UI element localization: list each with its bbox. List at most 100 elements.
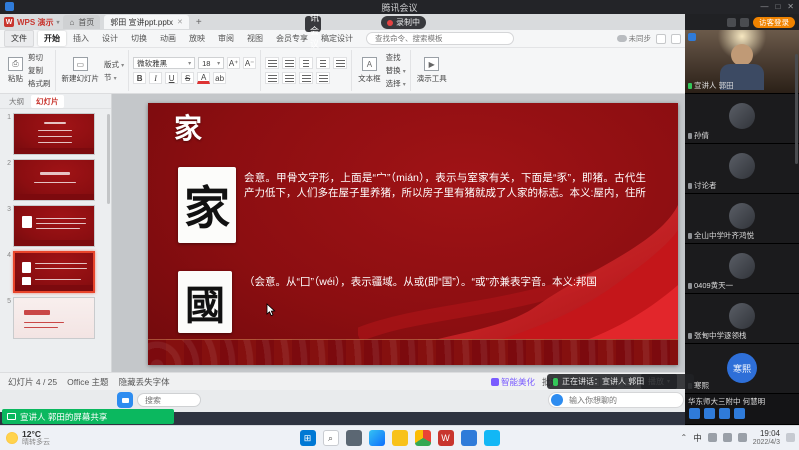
- seal-script-box-jia[interactable]: 家: [178, 167, 236, 243]
- settings-icon[interactable]: [740, 18, 749, 27]
- increase-font-button[interactable]: A⁺: [227, 57, 240, 69]
- participant-tile[interactable]: 讨论者: [685, 144, 799, 194]
- underline-button[interactable]: U: [165, 72, 178, 84]
- panel-scrollbar[interactable]: [795, 54, 798, 164]
- font-size-select[interactable]: 18▾: [198, 57, 224, 69]
- meeting-chat-input[interactable]: [548, 392, 684, 408]
- seal-script-box-guo[interactable]: 國: [178, 271, 232, 333]
- edge-icon[interactable]: [369, 430, 385, 446]
- new-tab-button[interactable]: +: [193, 17, 205, 28]
- participant-tile[interactable]: 孙倩: [685, 94, 799, 144]
- indent-increase-button[interactable]: [316, 57, 330, 69]
- line-spacing-button[interactable]: [333, 57, 347, 69]
- tab-home[interactable]: ⌂ 首页: [63, 15, 100, 29]
- chat-app-icon[interactable]: [117, 392, 133, 408]
- participant-tile[interactable]: 华东师大三附中 何慧明: [685, 394, 799, 425]
- meeting-float-pill[interactable]: 腾讯会议: [305, 16, 321, 32]
- layout-button[interactable]: 版式 ▾: [104, 59, 124, 70]
- strikethrough-button[interactable]: S: [181, 72, 194, 84]
- maximize-button[interactable]: □: [775, 0, 780, 14]
- task-view-icon[interactable]: [346, 430, 362, 446]
- tab-outline[interactable]: 大纲: [4, 95, 29, 108]
- slide-thumbnail-4-current[interactable]: [13, 251, 95, 293]
- menu-slideshow[interactable]: 放映: [183, 31, 211, 46]
- align-left-button[interactable]: [265, 72, 279, 84]
- copy-button[interactable]: 复制: [28, 65, 51, 76]
- participant-tile[interactable]: 全山中学叶齐鸿悦: [685, 194, 799, 244]
- meeting-taskbar-icon[interactable]: [461, 430, 477, 446]
- wps-logo[interactable]: W WPS 演示 ▾: [4, 17, 59, 28]
- participant-tile[interactable]: 0409黄天一: [685, 244, 799, 294]
- bold-button[interactable]: B: [133, 72, 146, 84]
- slide-thumbnail-1[interactable]: [13, 113, 95, 155]
- recording-indicator[interactable]: 录制中: [381, 16, 426, 29]
- guest-login-button[interactable]: 访客登录: [753, 17, 795, 28]
- indent-decrease-button[interactable]: [299, 57, 313, 69]
- section-button[interactable]: 节 ▾: [104, 72, 124, 83]
- menu-view[interactable]: 视图: [241, 31, 269, 46]
- meeting-info-icon[interactable]: [727, 18, 736, 27]
- cut-button[interactable]: 剪切: [28, 52, 51, 63]
- format-painter-button[interactable]: 格式刷: [28, 78, 51, 89]
- decrease-font-button[interactable]: A⁻: [243, 57, 256, 69]
- paste-button[interactable]: ⎙ 粘贴: [6, 56, 25, 85]
- search-input[interactable]: [137, 393, 201, 407]
- presentation-tools-button[interactable]: ▶ 演示工具: [415, 56, 449, 85]
- thumbnail-scrollbar[interactable]: [107, 114, 110, 204]
- italic-button[interactable]: I: [149, 72, 162, 84]
- close-button[interactable]: ✕: [787, 0, 794, 14]
- reaction-icon[interactable]: [704, 408, 715, 419]
- command-search-input[interactable]: [366, 32, 514, 45]
- menu-file[interactable]: 文件: [4, 30, 34, 47]
- find-button[interactable]: 查找: [386, 52, 406, 63]
- bullets-button[interactable]: [265, 57, 279, 69]
- current-slide[interactable]: 家 家 國 会意。甲骨文字形，上面是“宀”（mián），表示与室家有关，下面是“…: [148, 103, 678, 365]
- menu-member[interactable]: 会员专享: [270, 31, 314, 46]
- screen-share-banner[interactable]: 宣讲人 郭田的屏幕共享: [2, 409, 174, 424]
- network-icon[interactable]: [723, 433, 732, 442]
- highlight-button[interactable]: ab: [213, 72, 226, 84]
- tab-slides[interactable]: 幻灯片: [31, 95, 64, 108]
- theme-indicator[interactable]: Office 主题: [67, 376, 108, 388]
- align-right-button[interactable]: [299, 72, 313, 84]
- share-icon[interactable]: [671, 34, 681, 44]
- menu-review[interactable]: 审阅: [212, 31, 240, 46]
- font-name-select[interactable]: 微软雅黑▾: [133, 57, 195, 69]
- taskbar-search-icon[interactable]: ⌕: [323, 430, 339, 446]
- slide-thumbnail-5[interactable]: [13, 297, 95, 339]
- missing-font-tip[interactable]: 隐藏丢失字体: [119, 376, 170, 388]
- replace-button[interactable]: 替换 ▾: [386, 65, 406, 76]
- new-slide-button[interactable]: ▭ 新建幻灯片: [60, 56, 102, 85]
- smart-beautify-button[interactable]: 智能美化: [491, 376, 535, 388]
- reaction-icon[interactable]: [719, 408, 730, 419]
- minimize-button[interactable]: —: [760, 0, 768, 14]
- collaborate-icon[interactable]: [656, 34, 666, 44]
- menu-transition[interactable]: 切换: [125, 31, 153, 46]
- clock[interactable]: 19:04 2022/4/3: [753, 430, 780, 446]
- participant-tile[interactable]: 寒熙 寒熙: [685, 344, 799, 394]
- browser-icon[interactable]: [415, 430, 431, 446]
- volume-icon[interactable]: [708, 433, 717, 442]
- slide-thumbnail-3[interactable]: [13, 205, 95, 247]
- justify-button[interactable]: [316, 72, 330, 84]
- numbering-button[interactable]: [282, 57, 296, 69]
- font-color-button[interactable]: A: [197, 72, 210, 84]
- ime-indicator[interactable]: 中: [693, 432, 702, 444]
- participant-video-tile[interactable]: 宣讲人 郭田: [685, 30, 799, 94]
- battery-icon[interactable]: [738, 433, 747, 442]
- close-tab-icon[interactable]: ✕: [177, 18, 183, 26]
- wps-taskbar-icon[interactable]: W: [438, 430, 454, 446]
- textbox-button[interactable]: A 文本框: [356, 56, 383, 85]
- menu-start[interactable]: 开始: [38, 31, 66, 46]
- participant-tile[interactable]: 张甸中学逐领栈: [685, 294, 799, 344]
- menu-design[interactable]: 设计: [96, 31, 124, 46]
- tab-document[interactable]: 郭田 宣讲ppt.pptx ✕: [104, 15, 189, 29]
- menu-animation[interactable]: 动画: [154, 31, 182, 46]
- notification-icon[interactable]: [786, 433, 795, 442]
- reaction-icon[interactable]: [689, 408, 700, 419]
- file-explorer-icon[interactable]: [392, 430, 408, 446]
- menu-insert[interactable]: 插入: [67, 31, 95, 46]
- sync-status[interactable]: 未同步: [617, 33, 652, 44]
- menu-gaoding[interactable]: 稿定设计: [315, 31, 359, 46]
- select-button[interactable]: 选择 ▾: [386, 78, 406, 89]
